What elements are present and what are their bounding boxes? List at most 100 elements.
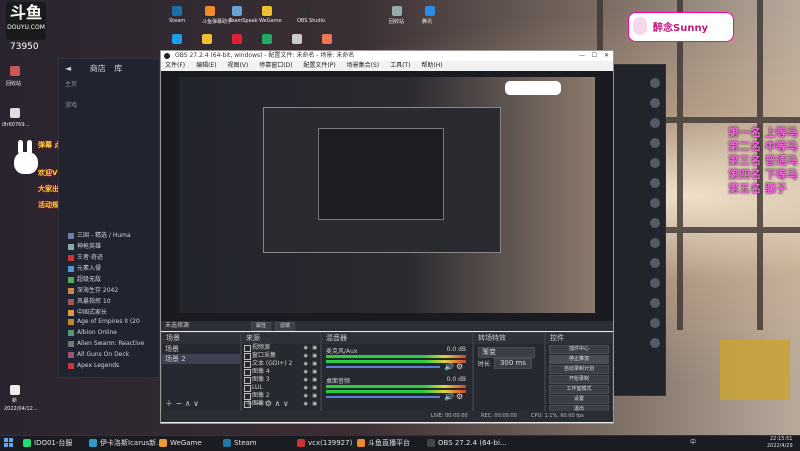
scene-item[interactable]: 场景 — [162, 344, 240, 354]
side-app-icon[interactable] — [650, 138, 660, 148]
control-button[interactable]: 开始录制 — [549, 375, 609, 384]
desktop-speaker-icon[interactable]: 🔊 — [444, 392, 454, 401]
desktop-app-icon[interactable] — [262, 6, 272, 16]
lock-icon[interactable]: ▣ — [312, 360, 317, 368]
lock-icon[interactable]: ▣ — [312, 352, 317, 360]
source-item[interactable]: 图像 4 ◉ ▣ — [242, 368, 320, 376]
game-list-item[interactable]: 风暴指挥 10 — [68, 296, 111, 305]
taskbar-app[interactable]: WeGame — [158, 436, 202, 450]
transition-type-select[interactable]: 渐变 — [478, 347, 535, 358]
menu-profile[interactable]: 配置文件(P) — [303, 62, 335, 69]
minimize-button[interactable]: — — [579, 51, 585, 61]
game-list-item[interactable]: Albion Online — [68, 329, 117, 336]
game-list-item[interactable]: Apex Legends — [68, 362, 119, 369]
maximize-button[interactable]: ☐ — [592, 51, 597, 61]
visibility-eye-icon[interactable]: ◉ — [304, 400, 308, 408]
side-app-icon[interactable] — [650, 278, 660, 288]
library-tab[interactable]: 库 — [114, 64, 122, 73]
source-item[interactable]: 视频源 ◉ ▣ — [242, 344, 320, 352]
desktop-app-icon[interactable] — [425, 6, 435, 16]
filters-button[interactable]: 滤镜 — [275, 322, 295, 331]
desktop-gear-icon[interactable]: ⚙ — [456, 392, 463, 401]
menu-docks[interactable]: 停靠窗口(D) — [259, 62, 292, 69]
side-app-icon[interactable] — [650, 298, 660, 308]
source-controls[interactable]: ＋ − ⚙ ∧ ∨ — [245, 398, 289, 409]
properties-button[interactable]: 属性 — [251, 322, 271, 331]
desktop-app-icon[interactable] — [322, 34, 332, 44]
desktop-app-icon[interactable] — [232, 6, 242, 16]
lock-icon[interactable]: ▣ — [312, 400, 317, 408]
windows-start-icon[interactable] — [4, 438, 14, 448]
side-app-icon[interactable] — [650, 218, 660, 228]
side-app-icon[interactable] — [650, 198, 660, 208]
visibility-eye-icon[interactable]: ◉ — [304, 360, 308, 368]
clock-time[interactable]: 22:15:51 — [770, 436, 792, 442]
back-button[interactable]: ◄ — [65, 64, 71, 73]
side-app-icon[interactable] — [650, 78, 660, 88]
taskbar-app[interactable]: OBS 27.2.4 (64-bi... — [426, 436, 507, 450]
visibility-eye-icon[interactable]: ◉ — [304, 368, 308, 376]
control-button[interactable]: 工作室模式 — [549, 385, 609, 394]
desktop-app-icon[interactable] — [232, 34, 242, 44]
visibility-eye-icon[interactable]: ◉ — [304, 384, 308, 392]
game-list-item[interactable]: All Guns On Deck — [68, 351, 129, 358]
desktop-app-icon[interactable] — [392, 6, 402, 16]
taskbar-app[interactable]: vcx(139927) — [296, 436, 352, 450]
game-list-item[interactable]: 深海生存 2042 — [68, 285, 118, 294]
taskbar-app[interactable]: 斗鱼直播平台 — [356, 436, 410, 450]
menu-view[interactable]: 视图(V) — [227, 62, 248, 69]
side-app-icon[interactable] — [650, 318, 660, 328]
desktop-app-icon[interactable] — [205, 6, 215, 16]
clock-date[interactable]: 2022/4/29 — [767, 443, 793, 449]
source-item[interactable]: 窗口采集 ◉ ▣ — [242, 352, 320, 360]
collections-link[interactable]: 游戏 — [59, 100, 159, 109]
game-list-item[interactable]: 中国式家长 — [68, 307, 107, 316]
desktop-app-icon[interactable] — [300, 6, 310, 16]
control-button[interactable]: 插件中心 — [549, 345, 609, 354]
control-button[interactable]: 停止推流 — [549, 355, 609, 364]
desktop-app-icon[interactable] — [262, 34, 272, 44]
home-link[interactable]: 主页 — [59, 79, 159, 88]
desktop-app-icon[interactable] — [292, 34, 302, 44]
menu-edit[interactable]: 编辑(E) — [196, 62, 216, 69]
file-icon[interactable] — [10, 108, 20, 118]
duration-input[interactable]: 300 ms — [494, 358, 532, 369]
document-icon[interactable] — [10, 385, 20, 395]
menu-help[interactable]: 帮助(H) — [421, 62, 442, 69]
store-tab[interactable]: 商店 — [90, 64, 106, 73]
desktop-app-icon[interactable] — [202, 34, 212, 44]
menu-scene-collection[interactable]: 场景集合(S) — [347, 62, 380, 69]
recycle-bin-icon[interactable] — [10, 66, 20, 76]
source-item[interactable]: 图像 3 ◉ ▣ — [242, 376, 320, 384]
game-list-item[interactable]: 三国 - 精选 / Huma — [68, 230, 131, 239]
desktop-app-icon[interactable] — [172, 6, 182, 16]
mic-volume-slider[interactable] — [326, 366, 440, 368]
menu-tools[interactable]: 工具(T) — [390, 62, 410, 69]
desktop-volume-slider[interactable] — [326, 396, 440, 398]
visibility-eye-icon[interactable]: ◉ — [304, 392, 308, 400]
obs-preview-area[interactable] — [161, 71, 613, 321]
side-app-icon[interactable] — [650, 238, 660, 248]
close-button[interactable]: ✕ — [604, 51, 609, 61]
visibility-eye-icon[interactable]: ◉ — [304, 344, 308, 352]
source-item[interactable]: 文本 (GDI+) 2 ◉ ▣ — [242, 360, 320, 368]
mic-gear-icon[interactable]: ⚙ — [456, 362, 463, 371]
side-app-icon[interactable] — [650, 158, 660, 168]
control-button[interactable]: 自动录制计划 — [549, 365, 609, 374]
lock-icon[interactable]: ▣ — [312, 368, 317, 376]
side-app-icon[interactable] — [650, 118, 660, 128]
game-list-item[interactable]: 王者·奇迹 — [68, 252, 103, 261]
control-button[interactable]: 设置 — [549, 395, 609, 404]
game-list-item[interactable]: 神枪英雄 — [68, 241, 101, 250]
game-list-item[interactable]: Age of Empires II (20 — [68, 318, 140, 325]
lock-icon[interactable]: ▣ — [312, 344, 317, 352]
ime-indicator[interactable]: 中 — [690, 437, 696, 446]
taskbar-app[interactable]: IDO01-台服 — [22, 436, 72, 450]
taskbar-app[interactable]: Steam — [222, 436, 257, 450]
scene-item[interactable]: 场景 2 — [162, 354, 240, 364]
mic-speaker-icon[interactable]: 🔊 — [444, 362, 454, 371]
lock-icon[interactable]: ▣ — [312, 384, 317, 392]
lock-icon[interactable]: ▣ — [312, 392, 317, 400]
game-list-item[interactable]: 元素入侵 — [68, 263, 101, 272]
taskbar-app[interactable]: 伊卡洛斯Icarus新... — [88, 436, 163, 450]
